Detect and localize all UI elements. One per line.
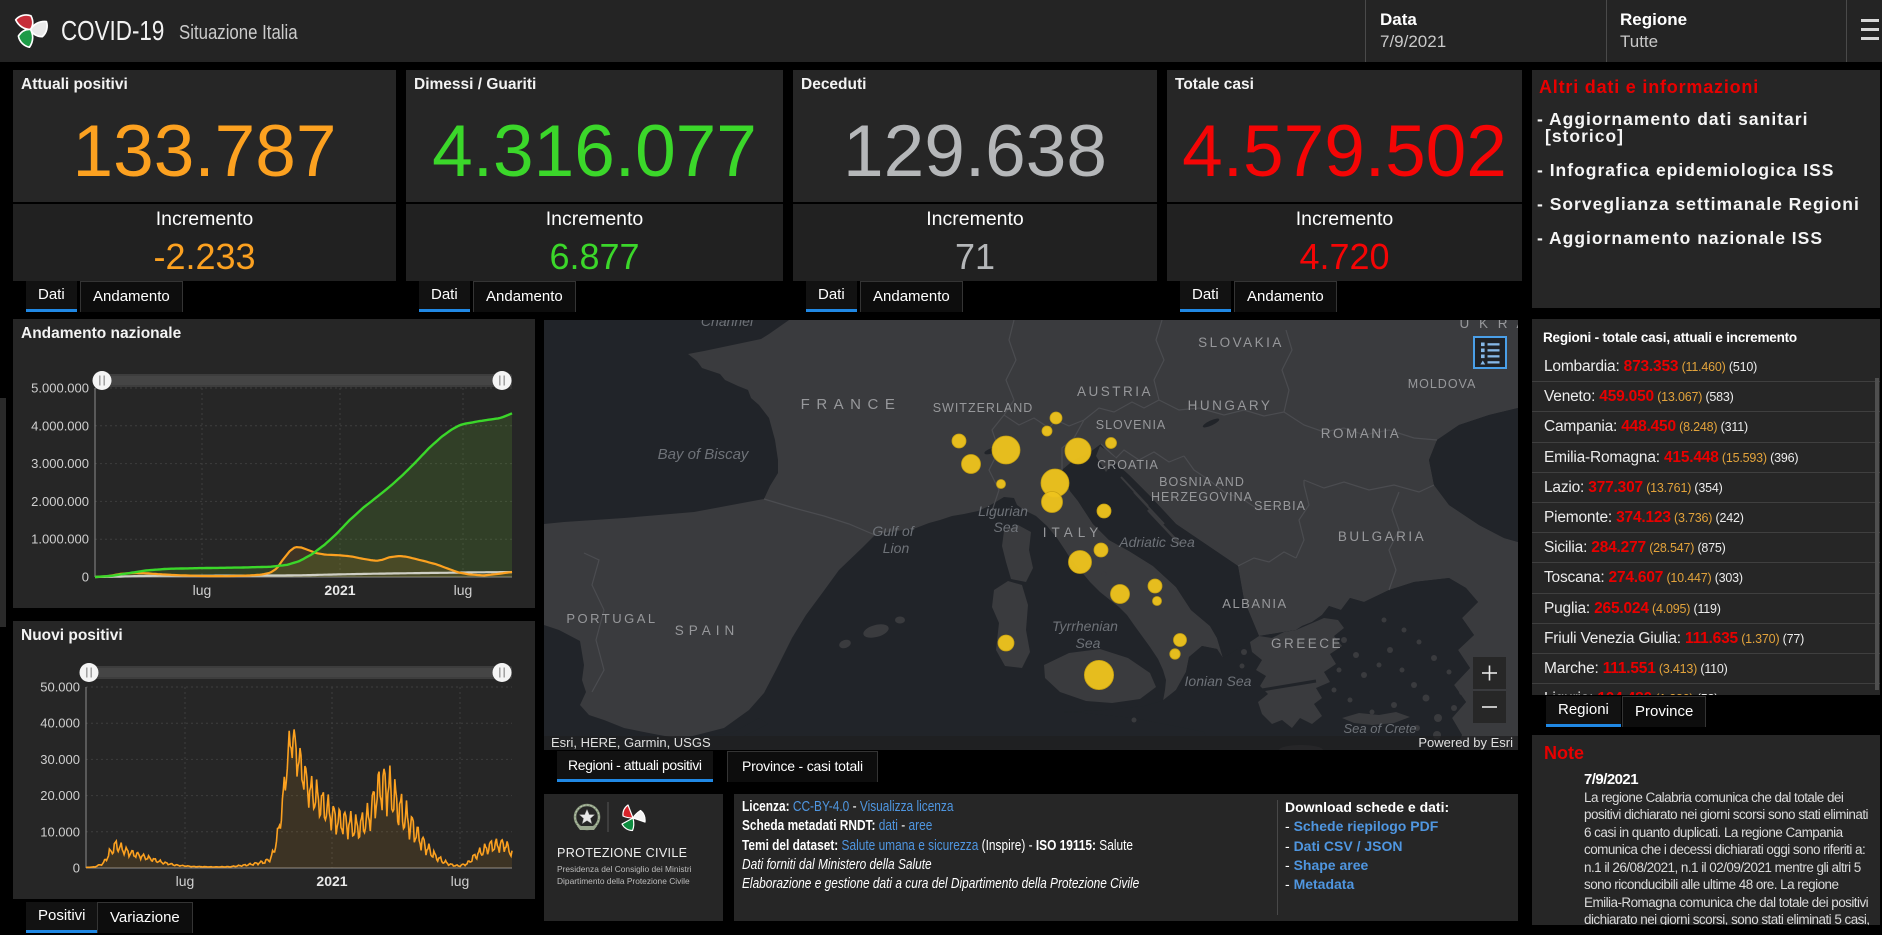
svg-text:50.000: 50.000 bbox=[40, 680, 80, 695]
svg-text:SPAIN: SPAIN bbox=[675, 623, 740, 638]
svg-text:PORTUGAL: PORTUGAL bbox=[566, 611, 657, 626]
svg-text:Adriatic Sea: Adriatic Sea bbox=[1118, 534, 1195, 550]
svg-text:Presidenza del Consiglio dei M: Presidenza del Consiglio dei Ministri bbox=[557, 864, 692, 874]
svg-text:Sea: Sea bbox=[1076, 635, 1101, 651]
svg-text:30.000: 30.000 bbox=[40, 752, 80, 767]
svg-text:4.000.000: 4.000.000 bbox=[31, 418, 89, 433]
svg-text:lug: lug bbox=[176, 873, 195, 889]
svg-text:lug: lug bbox=[454, 582, 473, 598]
svg-text:ROMANIA: ROMANIA bbox=[1321, 426, 1402, 441]
svg-text:Dipartimento della Protezione: Dipartimento della Protezione Civile bbox=[557, 876, 690, 886]
svg-text:Sea: Sea bbox=[994, 519, 1019, 535]
svg-text:5.000.000: 5.000.000 bbox=[31, 381, 89, 396]
svg-text:1.000.000: 1.000.000 bbox=[31, 532, 89, 547]
svg-text:AUSTRIA: AUSTRIA bbox=[1077, 384, 1153, 399]
svg-text:Ionian Sea: Ionian Sea bbox=[1185, 673, 1252, 689]
svg-text:MOLDOVA: MOLDOVA bbox=[1408, 377, 1477, 391]
svg-text:PROTEZIONE CIVILE: PROTEZIONE CIVILE bbox=[557, 846, 687, 860]
svg-text:HERZEGOVINA: HERZEGOVINA bbox=[1151, 490, 1253, 504]
svg-text:GREECE: GREECE bbox=[1271, 636, 1343, 651]
svg-text:lug: lug bbox=[451, 873, 470, 889]
svg-text:0: 0 bbox=[73, 861, 80, 876]
svg-text:SLOVAKIA: SLOVAKIA bbox=[1198, 335, 1284, 350]
svg-text:40.000: 40.000 bbox=[40, 716, 80, 731]
svg-text:SLOVENIA: SLOVENIA bbox=[1096, 418, 1167, 432]
svg-text:Bay of Biscay: Bay of Biscay bbox=[658, 446, 750, 463]
svg-text:Ligurian: Ligurian bbox=[978, 503, 1028, 519]
svg-text:HUNGARY: HUNGARY bbox=[1188, 398, 1273, 413]
svg-text:Lion: Lion bbox=[883, 540, 910, 556]
svg-text:2021: 2021 bbox=[324, 582, 355, 598]
svg-text:SWITZERLAND: SWITZERLAND bbox=[933, 401, 1034, 415]
svg-text:BOSNIA AND: BOSNIA AND bbox=[1159, 475, 1245, 489]
svg-text:2021: 2021 bbox=[316, 873, 347, 889]
svg-text:3.000.000: 3.000.000 bbox=[31, 456, 89, 471]
svg-text:Sea of Crete: Sea of Crete bbox=[1344, 721, 1417, 736]
svg-text:ITALY: ITALY bbox=[1043, 525, 1104, 540]
svg-text:Channel: Channel bbox=[701, 320, 754, 329]
svg-text:SERBIA: SERBIA bbox=[1254, 499, 1306, 513]
svg-text:lug: lug bbox=[193, 582, 212, 598]
svg-text:2.000.000: 2.000.000 bbox=[31, 494, 89, 509]
svg-text:Gulf of: Gulf of bbox=[872, 523, 915, 539]
svg-text:0: 0 bbox=[82, 570, 89, 585]
svg-text:ALBANIA: ALBANIA bbox=[1222, 596, 1287, 611]
svg-text:FRANCE: FRANCE bbox=[801, 396, 902, 413]
svg-text:10.000: 10.000 bbox=[40, 824, 80, 839]
svg-text:CROATIA: CROATIA bbox=[1097, 458, 1159, 472]
svg-text:20.000: 20.000 bbox=[40, 788, 80, 803]
svg-text:BULGARIA: BULGARIA bbox=[1338, 529, 1426, 544]
svg-text:Tyrrhenian: Tyrrhenian bbox=[1052, 618, 1118, 634]
svg-text:U K R A: U K R A bbox=[1459, 320, 1518, 331]
